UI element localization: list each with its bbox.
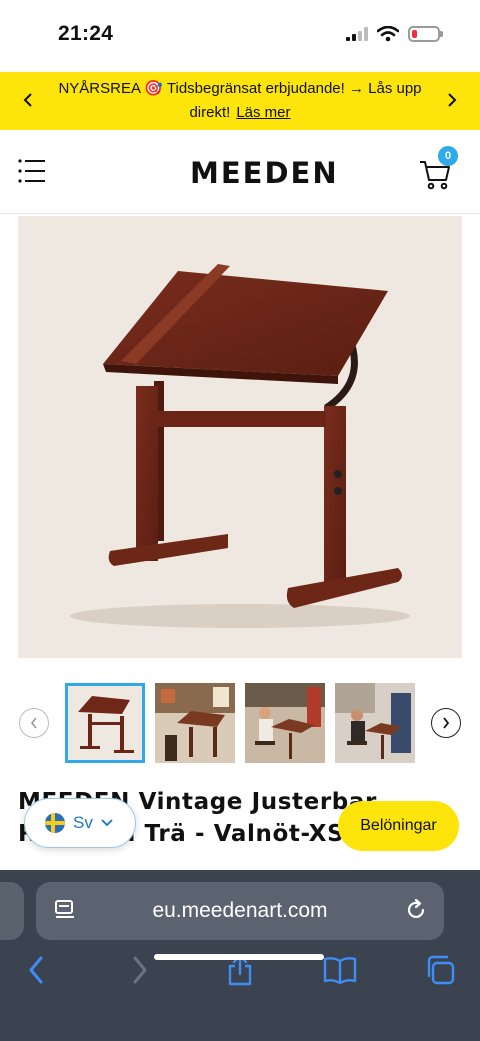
drafting-table-thumbnail [68,686,142,760]
status-bar: 21:24 [0,0,480,72]
battery-icon [408,26,443,42]
previous-tab-preview[interactable] [0,882,24,940]
battery-fill [412,30,417,38]
forward-arrow-icon [133,956,147,984]
back-button[interactable] [18,952,54,988]
wifi-icon [377,26,399,42]
language-label: Sv [73,813,93,832]
cart-count-badge: 0 [438,146,458,166]
address-bar[interactable]: eu.meedenart.com [36,882,444,940]
book-icon [323,957,357,984]
tabs-button[interactable] [422,952,458,988]
url-text: eu.meedenart.com [152,899,328,922]
site-header: MEEDEN 0 [0,130,480,214]
thumbnail-1[interactable] [65,683,145,763]
thumbnail-4[interactable] [335,683,415,763]
back-arrow-icon [29,956,43,984]
signal-icon [346,27,368,41]
thumbnail-3[interactable] [245,683,325,763]
product-main-image[interactable] [18,216,462,658]
site-logo[interactable]: MEEDEN [190,156,339,190]
home-indicator [154,954,324,960]
person-drawing-thumbnail [245,683,325,763]
thumbnail-strip [0,678,480,768]
thumbnail-2[interactable] [155,683,235,763]
reload-icon[interactable] [404,898,428,922]
chevron-right-icon [448,93,457,107]
page: 21:24 NYÅRSREA 🎯 Tidsbegränsat erbjudand… [0,0,480,1041]
announcement-prev-button[interactable] [16,88,40,112]
person-painting-thumbnail [335,683,415,763]
tabs-icon [427,955,455,985]
announcement-message: NYÅRSREA 🎯 Tidsbegränsat erbjudande! → L… [46,77,434,125]
announcement-bar: NYÅRSREA 🎯 Tidsbegränsat erbjudande! → L… [0,72,480,130]
status-icons [346,26,443,42]
sweden-flag-icon [45,813,65,833]
drafting-table-image [18,216,462,658]
announcement-next-button[interactable] [440,88,464,112]
announcement-link[interactable]: Läs mer [236,104,290,121]
chevron-left-icon [23,93,32,107]
rewards-button[interactable]: Belöningar [338,801,459,851]
cart-button[interactable]: 0 [418,146,458,192]
forward-button[interactable] [122,952,158,988]
chevron-down-icon [101,819,113,827]
table-in-room-thumbnail [155,683,235,763]
bookmarks-button[interactable] [322,952,358,988]
status-time: 21:24 [58,22,114,45]
language-selector[interactable]: Sv [24,798,136,848]
chevron-right-icon [443,717,450,729]
thumbnail-prev-button[interactable] [19,708,49,738]
menu-icon[interactable] [18,158,46,184]
thumbnail-next-button[interactable] [431,708,461,738]
chevron-left-icon [30,717,37,729]
